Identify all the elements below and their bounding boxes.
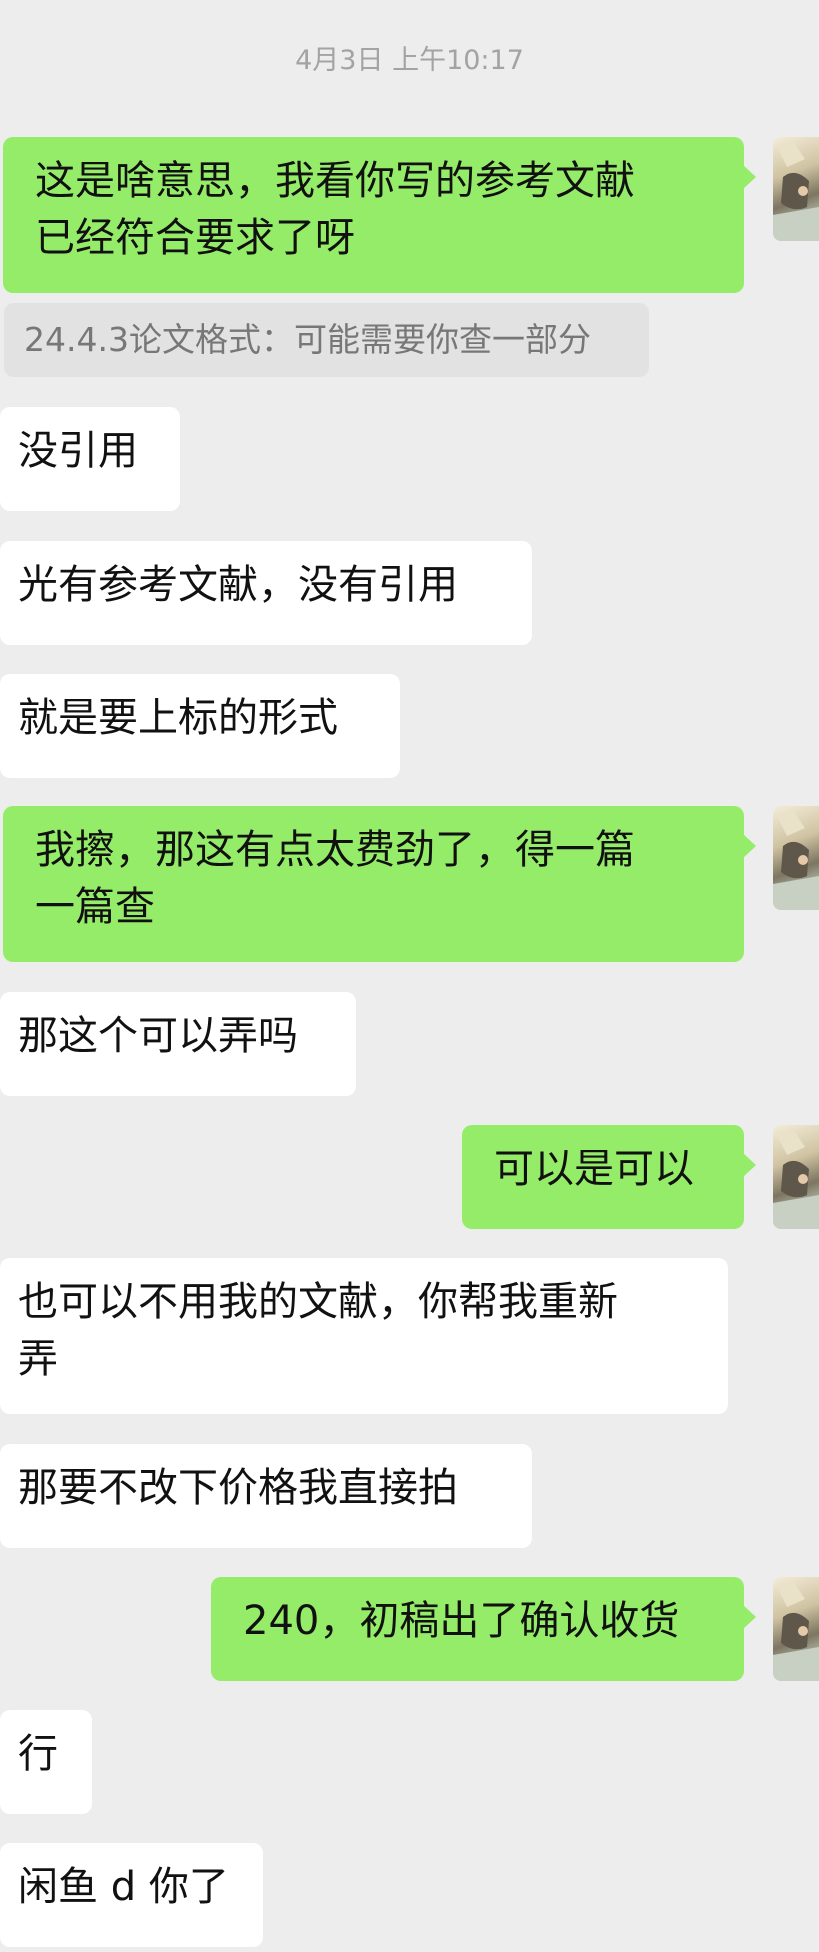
message-line: 也可以不用我的文献，你帮我重新	[18, 1279, 618, 1325]
message-bubble-incoming[interactable]: 那这个可以弄吗	[0, 992, 356, 1096]
message-line: 就是要上标的形式	[18, 695, 338, 741]
user-avatar-icon[interactable]	[773, 806, 819, 910]
message-bubble-incoming[interactable]: 闲鱼 d 你了	[0, 1843, 263, 1947]
message-line: 闲鱼 d 你了	[18, 1864, 229, 1910]
message-bubble-outgoing[interactable]: 我擦，那这有点太费劲了，得一篇 一篇查	[3, 806, 756, 962]
message-bubble-outgoing[interactable]: 这是啥意思，我看你写的参考文献 已经符合要求了呀	[3, 137, 756, 293]
message-line: 240，初稿出了确认收货	[243, 1598, 680, 1644]
message-line: 弄	[18, 1336, 58, 1382]
message-bubble-incoming[interactable]: 也可以不用我的文献，你帮我重新 弄	[0, 1258, 728, 1414]
message-bubble-incoming[interactable]: 就是要上标的形式	[0, 674, 400, 778]
message-bubble-outgoing[interactable]: 240，初稿出了确认收货	[211, 1577, 756, 1681]
message-line: 光有参考文献，没有引用	[18, 562, 458, 608]
user-avatar-icon[interactable]	[773, 137, 819, 241]
timestamp: 4月3日 上午10:17	[295, 45, 524, 76]
message-bubble-outgoing[interactable]: 可以是可以	[462, 1125, 756, 1229]
message-line: 这是啥意思，我看你写的参考文献	[35, 158, 635, 204]
message-bubble-incoming[interactable]: 那要不改下价格我直接拍	[0, 1444, 532, 1548]
message-line: 可以是可以	[494, 1146, 694, 1192]
message-line: 我擦，那这有点太费劲了，得一篇	[35, 827, 635, 873]
user-avatar-icon[interactable]	[773, 1577, 819, 1681]
message-line: 那要不改下价格我直接拍	[18, 1465, 458, 1511]
message-line: 那这个可以弄吗	[18, 1013, 298, 1059]
message-line: 没引用	[18, 428, 138, 474]
message-line: 一篇查	[35, 884, 155, 930]
message-bubble-incoming[interactable]: 行	[0, 1710, 92, 1814]
message-bubble-incoming[interactable]: 光有参考文献，没有引用	[0, 541, 532, 645]
message-line: 行	[18, 1731, 58, 1777]
quoted-message[interactable]: 24.4.3论文格式：可能需要你查一部分	[4, 303, 649, 377]
user-avatar-icon[interactable]	[773, 1125, 819, 1229]
message-bubble-incoming[interactable]: 没引用	[0, 407, 180, 511]
message-line: 已经符合要求了呀	[35, 215, 355, 261]
